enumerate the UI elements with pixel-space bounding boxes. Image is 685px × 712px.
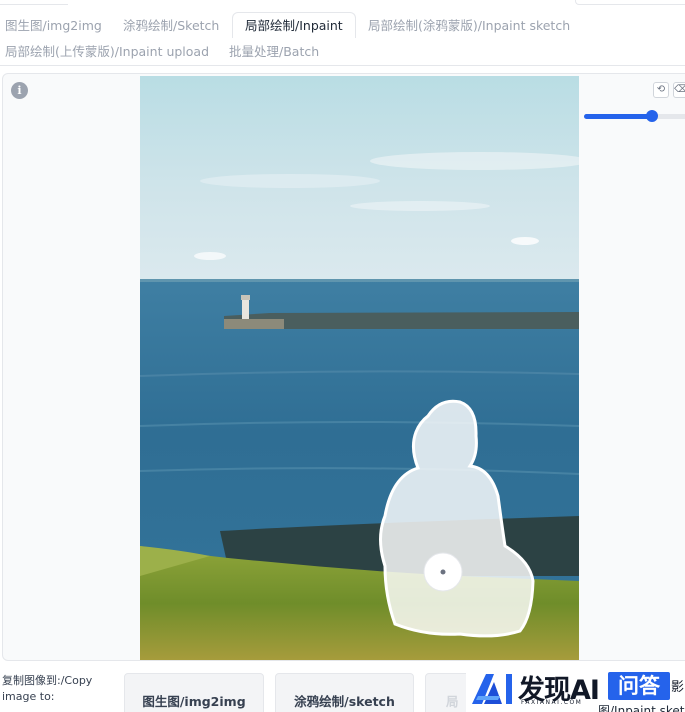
send-to-img2img-button[interactable]: 图生图/img2img [124, 673, 264, 712]
tab-bar: 图生图/img2img 涂鸦绘制/Sketch 局部绘制/Inpaint 局部绘… [0, 12, 685, 68]
inpaint-canvas-panel: i ⟲ [2, 73, 685, 661]
tab-inpaint-sketch[interactable]: 局部绘制(涂鸦蒙版)/Inpaint sketch [368, 13, 570, 39]
brush-size-slider[interactable] [584, 110, 685, 122]
cloud [200, 174, 380, 188]
copy-image-to-label: 复制图像到:/Copy image to: [2, 674, 93, 703]
tab-batch[interactable]: 批量处理/Batch [229, 39, 319, 65]
cloud [350, 201, 490, 211]
watermark-badge: 问答 [608, 672, 670, 700]
send-to-sketch-button[interactable]: 涂鸦绘制/sketch [275, 673, 414, 712]
watermark-subtitle: FAXIANAI.COM [521, 699, 583, 706]
eraser-icon[interactable]: ⌫ [673, 82, 685, 98]
brush-size-slider-thumb[interactable] [646, 110, 659, 122]
brush-cursor-dot [440, 569, 446, 575]
brush-size-slider-fill [584, 114, 653, 119]
info-icon[interactable]: i [11, 82, 28, 99]
tab-inpaint-upload[interactable]: 局部绘制(上传蒙版)/Inpaint upload [5, 39, 209, 65]
cut-off-button-label: 图/Inpaint sketch [598, 704, 685, 712]
tabs-divider [0, 65, 685, 66]
tab-sketch[interactable]: 涂鸦绘制/Sketch [123, 13, 219, 39]
lighthouse-top [241, 295, 250, 300]
horizon [140, 279, 579, 282]
cloud [194, 252, 226, 260]
watermark-ai-mark-icon [472, 674, 512, 704]
top-strip [0, 0, 685, 6]
pier-base [224, 319, 284, 329]
tab-inpaint[interactable]: 局部绘制/Inpaint [232, 12, 356, 38]
inpaint-image-canvas[interactable] [140, 76, 579, 660]
tab-img2img[interactable]: 图生图/img2img [5, 13, 102, 39]
lighthouse [242, 299, 249, 319]
watermark-edge-char: 影 [671, 680, 685, 695]
undo-icon[interactable]: ⟲ [653, 82, 669, 98]
cloud [511, 237, 539, 245]
top-strip-left [0, 0, 68, 5]
top-strip-right [575, 0, 685, 5]
